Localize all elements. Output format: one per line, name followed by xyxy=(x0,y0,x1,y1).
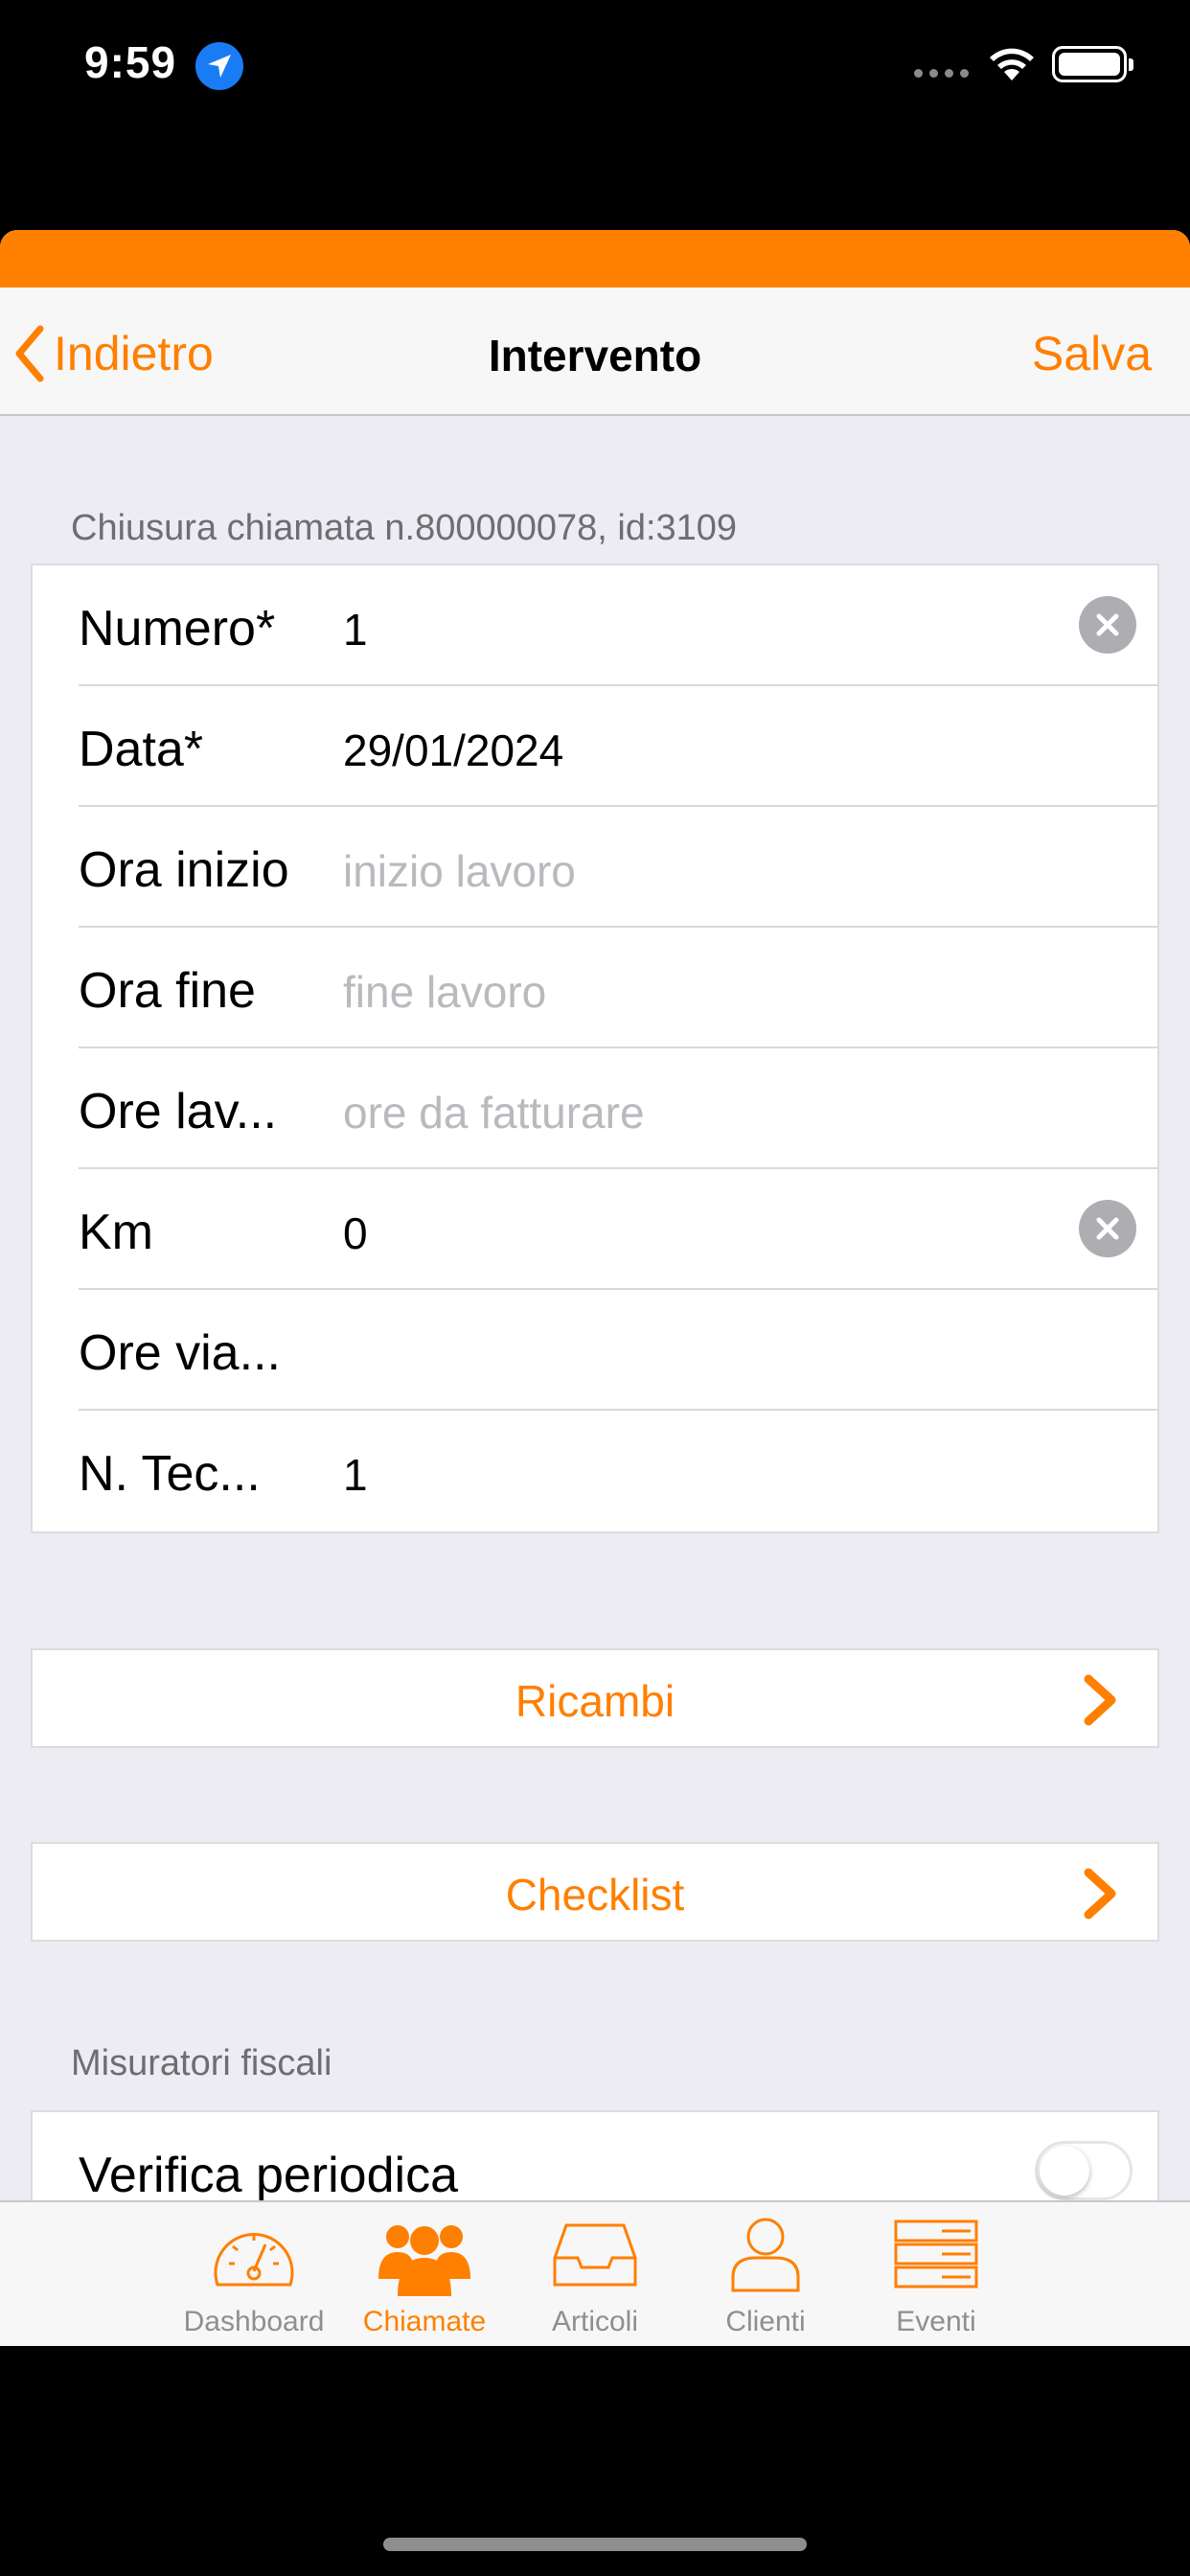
list-rows-icon xyxy=(894,2220,978,2288)
chevron-right-icon xyxy=(1084,1674,1116,1726)
numero-label: Numero* xyxy=(79,601,276,656)
ora-fine-label: Ora fine xyxy=(79,963,256,1019)
inbox-tray-icon xyxy=(553,2223,637,2287)
clear-km-button[interactable] xyxy=(1079,1200,1136,1257)
dashboard-gauge-icon xyxy=(214,2233,294,2287)
n-tecnici-label: N. Tec... xyxy=(79,1446,261,1502)
tab-chiamate[interactable]: Chiamate xyxy=(339,2216,510,2340)
tab-label: Dashboard xyxy=(183,2306,325,2337)
tab-articoli[interactable]: Articoli xyxy=(510,2216,680,2340)
form-content[interactable]: Chiusura chiamata n.800000078, id:3109 N… xyxy=(0,418,1190,2200)
form-row-data: Data* xyxy=(33,686,1157,807)
ore-lavoro-field[interactable] xyxy=(343,1085,1071,1140)
intervention-form: Numero* Data* Ora inizio Ora fine Ore la… xyxy=(31,564,1159,1533)
numero-field[interactable] xyxy=(343,602,1071,657)
tab-dashboard[interactable]: Dashboard xyxy=(169,2216,339,2340)
chevron-right-icon xyxy=(1084,1868,1116,1920)
home-indicator[interactable] xyxy=(383,2538,807,2551)
checklist-button[interactable]: Checklist xyxy=(31,1842,1159,1942)
status-bar: 9:59 xyxy=(0,0,1190,134)
checklist-label: Checklist xyxy=(505,1870,685,1920)
data-field[interactable] xyxy=(343,723,1071,778)
save-button[interactable]: Salva xyxy=(1032,326,1152,381)
people-group-icon xyxy=(378,2225,470,2296)
signal-dots-icon xyxy=(914,69,972,79)
location-arrow-icon xyxy=(195,42,243,90)
brand-strip xyxy=(0,230,1190,288)
battery-full-icon xyxy=(1052,46,1133,82)
form-row-ora-inizio: Ora inizio xyxy=(33,807,1157,928)
form-row-numero: Numero* xyxy=(33,565,1157,686)
clear-numero-button[interactable] xyxy=(1079,596,1136,654)
ora-inizio-label: Ora inizio xyxy=(79,842,289,898)
wifi-icon xyxy=(990,48,1034,80)
close-icon xyxy=(1096,613,1119,636)
page-title: Intervento xyxy=(488,331,702,380)
ricambi-button[interactable]: Ricambi xyxy=(31,1648,1159,1748)
tab-label: Chiamate xyxy=(362,2306,487,2337)
tab-label: Eventi xyxy=(896,2306,976,2337)
status-time: 9:59 xyxy=(84,37,177,87)
verifica-periodica-row: Verifica periodica xyxy=(31,2110,1159,2200)
data-label: Data* xyxy=(79,722,204,777)
tab-eventi[interactable]: Eventi xyxy=(851,2216,1021,2340)
form-row-km: Km xyxy=(33,1169,1157,1290)
n-tecnici-field[interactable] xyxy=(343,1447,1071,1503)
close-icon xyxy=(1096,1217,1119,1240)
verifica-periodica-label: Verifica periodica xyxy=(79,2148,458,2200)
verifica-periodica-toggle[interactable] xyxy=(1035,2141,1133,2200)
ora-inizio-field[interactable] xyxy=(343,843,1071,899)
form-row-n-tecnici: N. Tec... xyxy=(33,1411,1157,1531)
km-label: Km xyxy=(79,1205,153,1260)
ora-fine-field[interactable] xyxy=(343,964,1071,1020)
section-header-chiusura: Chiusura chiamata n.800000078, id:3109 xyxy=(71,508,738,548)
navigation-bar: Indietro Intervento Salva xyxy=(0,288,1190,416)
section-header-misuratori: Misuratori fiscali xyxy=(71,2043,332,2083)
person-icon xyxy=(731,2218,800,2292)
form-row-ore-lavoro: Ore lav... xyxy=(33,1048,1157,1169)
tab-bar: Dashboard Chiamate Articoli Clienti Even… xyxy=(0,2200,1190,2346)
app-screen: Indietro Intervento Salva Chiusura chiam… xyxy=(0,230,1190,2346)
ricambi-label: Ricambi xyxy=(515,1676,675,1726)
ore-viaggio-label: Ore via... xyxy=(79,1325,281,1381)
tab-clienti[interactable]: Clienti xyxy=(680,2216,851,2340)
ore-viaggio-field[interactable] xyxy=(343,1326,1071,1382)
km-field[interactable] xyxy=(343,1206,1071,1261)
ore-lavoro-label: Ore lav... xyxy=(79,1084,278,1139)
tab-label: Articoli xyxy=(551,2306,638,2337)
form-row-ora-fine: Ora fine xyxy=(33,928,1157,1048)
form-row-ore-viaggio: Ore via... xyxy=(33,1290,1157,1411)
tab-label: Clienti xyxy=(725,2306,806,2337)
